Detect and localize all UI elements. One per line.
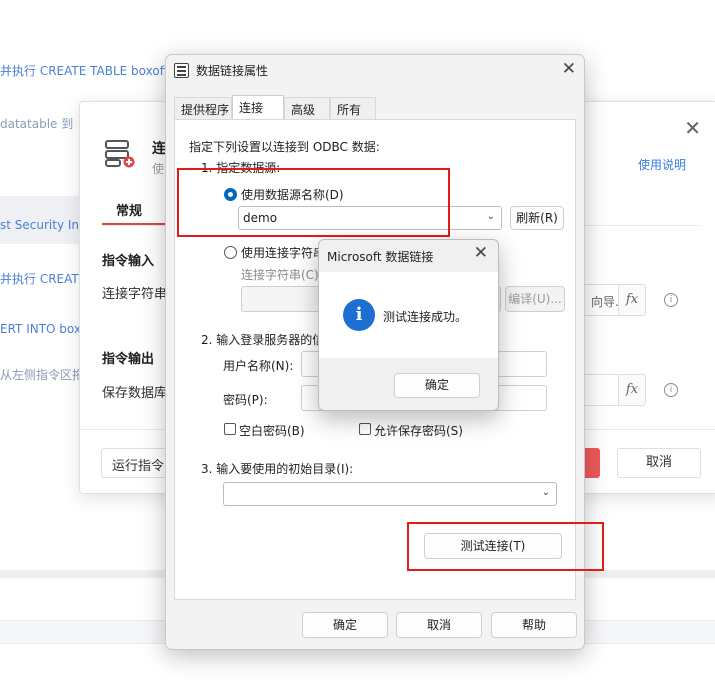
message-box-body: i 测试连接成功。 (319, 272, 498, 358)
bg-text-line: datatable 到 (0, 117, 74, 131)
config-dialog-subtitle: 使 (152, 162, 165, 176)
bg-text-line[interactable]: 并执行 CREATE (0, 270, 86, 287)
active-tab-indicator (102, 223, 170, 225)
database-server-icon (105, 140, 135, 168)
initial-catalog-select[interactable]: ⌄ (223, 482, 557, 506)
connection-string-label: 连接字符串(C): (241, 268, 323, 282)
cancel-button[interactable]: 取消 (617, 448, 701, 478)
checkbox-allow-save-password[interactable] (359, 423, 371, 435)
step3-label: 3. 输入要使用的初始目录(I): (201, 462, 354, 476)
close-icon[interactable]: ✕ (562, 59, 576, 79)
help-button[interactable]: 帮助 (491, 612, 577, 638)
cancel-button[interactable]: 取消 (396, 612, 482, 638)
blank-password-label[interactable]: 空白密码(B) (239, 422, 305, 439)
formula-icon[interactable]: fx (618, 284, 646, 316)
info-icon[interactable]: i (664, 293, 678, 307)
username-label: 用户名称(N): (223, 359, 294, 373)
connection-string-label: 连接字符串 (102, 287, 168, 302)
ok-button[interactable]: 确定 (394, 373, 480, 398)
allow-save-password-label[interactable]: 允许保存密码(S) (374, 422, 463, 439)
bg-text-line[interactable]: st Security Info (0, 218, 91, 232)
bg-text-line[interactable]: ERT INTO box (0, 322, 81, 336)
app-icon (174, 63, 189, 78)
chevron-down-icon: ⌄ (541, 487, 550, 498)
message-box: Microsoft 数据链接 ✕ i 测试连接成功。 确定 (318, 239, 499, 411)
message-box-title: Microsoft 数据链接 (327, 250, 434, 264)
tab-connection[interactable]: 连接 (232, 95, 284, 121)
close-icon[interactable]: ✕ (684, 116, 701, 140)
dialog-title: 数据链接属性 (196, 64, 269, 78)
info-icon[interactable]: i (664, 383, 678, 397)
radio-use-connection-string-label[interactable]: 使用连接字符串 (241, 244, 325, 261)
formula-icon[interactable]: fx (618, 374, 646, 406)
section-heading-output: 指令输出 (102, 352, 155, 367)
highlight-box-test-connection (407, 522, 604, 571)
compile-button[interactable]: 编译(U)... (505, 286, 565, 312)
information-icon: i (343, 299, 375, 331)
bg-text-line: 从左侧指令区拖 (0, 368, 85, 382)
highlight-box-dsn (177, 168, 450, 237)
bg-text-line: 并执行 CREATE TABLE boxoffi (0, 64, 172, 78)
close-icon[interactable]: ✕ (474, 243, 488, 263)
step2-label: 2. 输入登录服务器的信 (201, 333, 325, 347)
save-database-label: 保存数据库 (102, 386, 168, 401)
tab-all[interactable]: 所有 (330, 97, 376, 119)
password-label: 密码(P): (223, 393, 268, 407)
checkbox-blank-password[interactable] (224, 423, 236, 435)
dialog-titlebar[interactable]: 数据链接属性 ✕ (166, 55, 584, 87)
intro-text: 指定下列设置以连接到 ODBC 数据: (189, 140, 380, 154)
tab-provider[interactable]: 提供程序 (174, 97, 232, 119)
section-heading-input: 指令输入 (102, 254, 155, 269)
refresh-button[interactable]: 刷新(R) (510, 206, 564, 230)
ok-button[interactable]: 确定 (302, 612, 388, 638)
config-dialog-title: 连 (152, 141, 166, 157)
tab-general[interactable]: 常规 (116, 200, 142, 219)
message-text: 测试连接成功。 (383, 310, 468, 324)
help-link[interactable]: 使用说明 (638, 156, 686, 173)
chevron-down-icon: ⌄ (486, 211, 495, 222)
radio-use-connection-string[interactable] (224, 246, 237, 259)
tab-advanced[interactable]: 高级 (284, 97, 330, 119)
